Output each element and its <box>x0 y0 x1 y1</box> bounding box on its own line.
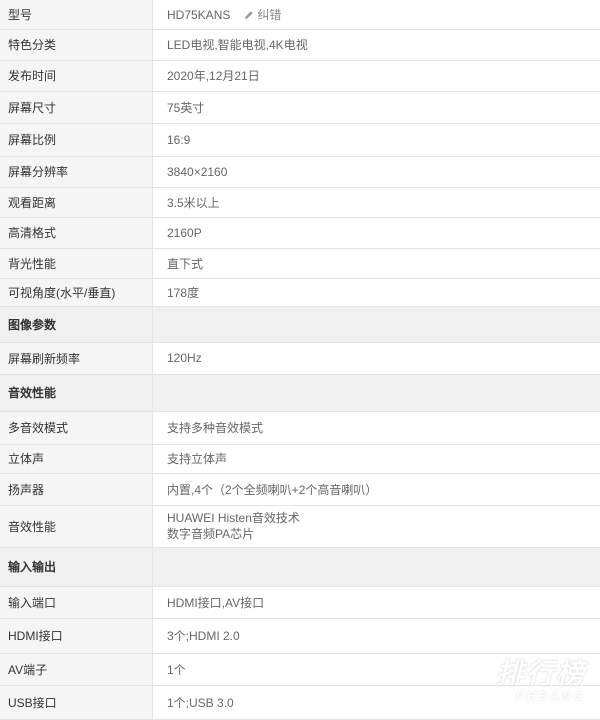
spec-value-text: 支持多种音效模式 <box>167 421 263 435</box>
section-empty-cell <box>153 374 600 411</box>
spec-value-text: 1个;USB 3.0 <box>167 696 234 710</box>
spec-key: 背光性能 <box>0 248 153 278</box>
spec-value: 178度 <box>153 278 600 306</box>
spec-key: 观看距离 <box>0 187 153 217</box>
spec-key: 屏幕刷新频率 <box>0 342 153 374</box>
spec-table: 型号 HD75KANS 纠错特色分类 LED电视,智能电视,4K电视发布时间 2020年… <box>0 0 600 720</box>
spec-row: 高清格式 2160P <box>0 217 600 248</box>
spec-row: 屏幕比例 16:9 <box>0 123 600 156</box>
spec-row: 输入端口 HDMI接口,AV接口 <box>0 586 600 618</box>
spec-value: 75英寸 <box>153 91 600 123</box>
spec-value-text: 内置,4个（2个全频喇叭+2个高音喇叭） <box>167 483 377 497</box>
spec-row: 立体声支持立体声 <box>0 444 600 473</box>
spec-key: AV端子 <box>0 653 153 685</box>
spec-row: 特色分类 LED电视,智能电视,4K电视 <box>0 29 600 60</box>
spec-row: 屏幕尺寸 75英寸 <box>0 91 600 123</box>
spec-key: HDMI接口 <box>0 618 153 653</box>
spec-key: 输入端口 <box>0 586 153 618</box>
spec-key: 多音效模式 <box>0 411 153 444</box>
spec-value: 内置,4个（2个全频喇叭+2个高音喇叭） <box>153 473 600 505</box>
spec-row: 观看距离 3.5米以上 <box>0 187 600 217</box>
spec-key: 发布时间 <box>0 60 153 91</box>
spec-key: 屏幕尺寸 <box>0 91 153 123</box>
spec-value-text: 120Hz <box>167 351 202 365</box>
spec-value: 1个 <box>153 653 600 685</box>
spec-value-text: HDMI接口,AV接口 <box>167 596 264 610</box>
spec-table-body: 型号 HD75KANS 纠错特色分类 LED电视,智能电视,4K电视发布时间 2020年… <box>0 0 600 719</box>
section-title: 输入输出 <box>0 547 153 586</box>
section-header: 输入输出 <box>0 547 600 586</box>
spec-value-text: 直下式 <box>167 257 203 271</box>
spec-value: HUAWEI Histen音效技术数字音频PA芯片 <box>153 505 600 547</box>
spec-value: LED电视,智能电视,4K电视 <box>153 29 600 60</box>
spec-key: 屏幕分辨率 <box>0 156 153 187</box>
spec-key: USB接口 <box>0 685 153 719</box>
spec-row: 多音效模式支持多种音效模式 <box>0 411 600 444</box>
spec-row: USB接口 1个;USB 3.0 <box>0 685 600 719</box>
spec-row: 发布时间 2020年,12月21日 <box>0 60 600 91</box>
spec-row: 背光性能直下式 <box>0 248 600 278</box>
section-title: 图像参数 <box>0 306 153 342</box>
spec-value-text: LED电视,智能电视,4K电视 <box>167 38 308 52</box>
spec-key: 屏幕比例 <box>0 123 153 156</box>
spec-key: 立体声 <box>0 444 153 473</box>
spec-key: 特色分类 <box>0 29 153 60</box>
spec-value: 支持多种音效模式 <box>153 411 600 444</box>
spec-value: 3840×2160 <box>153 156 600 187</box>
spec-value: 2160P <box>153 217 600 248</box>
edit-link-label: 纠错 <box>257 8 281 22</box>
spec-row: AV端子 1个 <box>0 653 600 685</box>
spec-value: 3.5米以上 <box>153 187 600 217</box>
spec-row: 可视角度(水平/垂直) 178度 <box>0 278 600 306</box>
section-title: 音效性能 <box>0 374 153 411</box>
spec-value-text: 3个;HDMI 2.0 <box>167 629 240 643</box>
spec-value-text: HD75KANS <box>167 8 230 22</box>
spec-value: HDMI接口,AV接口 <box>153 586 600 618</box>
spec-value-text: 16:9 <box>167 133 190 147</box>
pencil-icon <box>244 10 254 20</box>
spec-value: 3个;HDMI 2.0 <box>153 618 600 653</box>
edit-link[interactable]: 纠错 <box>244 8 281 22</box>
spec-row: 屏幕分辨率 3840×2160 <box>0 156 600 187</box>
spec-row: 屏幕刷新频率 120Hz <box>0 342 600 374</box>
spec-value: 2020年,12月21日 <box>153 60 600 91</box>
spec-value-text: 3840×2160 <box>167 165 227 179</box>
spec-value-text: 数字音频PA芯片 <box>167 526 592 542</box>
spec-value-text: 支持立体声 <box>167 452 227 466</box>
spec-row: 音效性能HUAWEI Histen音效技术数字音频PA芯片 <box>0 505 600 547</box>
spec-value-text: 178度 <box>167 286 199 300</box>
spec-value-text: 2160P <box>167 226 202 240</box>
spec-value-text: 3.5米以上 <box>167 196 220 210</box>
spec-value-text: 75英寸 <box>167 101 204 115</box>
spec-value-text: 2020年,12月21日 <box>167 69 260 83</box>
spec-key: 扬声器 <box>0 473 153 505</box>
spec-value: 支持立体声 <box>153 444 600 473</box>
section-empty-cell <box>153 306 600 342</box>
spec-row: 扬声器内置,4个（2个全频喇叭+2个高音喇叭） <box>0 473 600 505</box>
spec-key: 可视角度(水平/垂直) <box>0 278 153 306</box>
section-empty-cell <box>153 547 600 586</box>
spec-value-text: HUAWEI Histen音效技术 <box>167 510 592 526</box>
spec-row: HDMI接口 3个;HDMI 2.0 <box>0 618 600 653</box>
spec-key: 音效性能 <box>0 505 153 547</box>
spec-value: 直下式 <box>153 248 600 278</box>
spec-key: 型号 <box>0 0 153 29</box>
spec-value-text: 1个 <box>167 663 186 677</box>
spec-row: 型号 HD75KANS 纠错 <box>0 0 600 29</box>
spec-value: 16:9 <box>153 123 600 156</box>
section-header: 音效性能 <box>0 374 600 411</box>
spec-value: 120Hz <box>153 342 600 374</box>
spec-value: HD75KANS 纠错 <box>153 0 600 29</box>
spec-key: 高清格式 <box>0 217 153 248</box>
spec-value: 1个;USB 3.0 <box>153 685 600 719</box>
section-header: 图像参数 <box>0 306 600 342</box>
